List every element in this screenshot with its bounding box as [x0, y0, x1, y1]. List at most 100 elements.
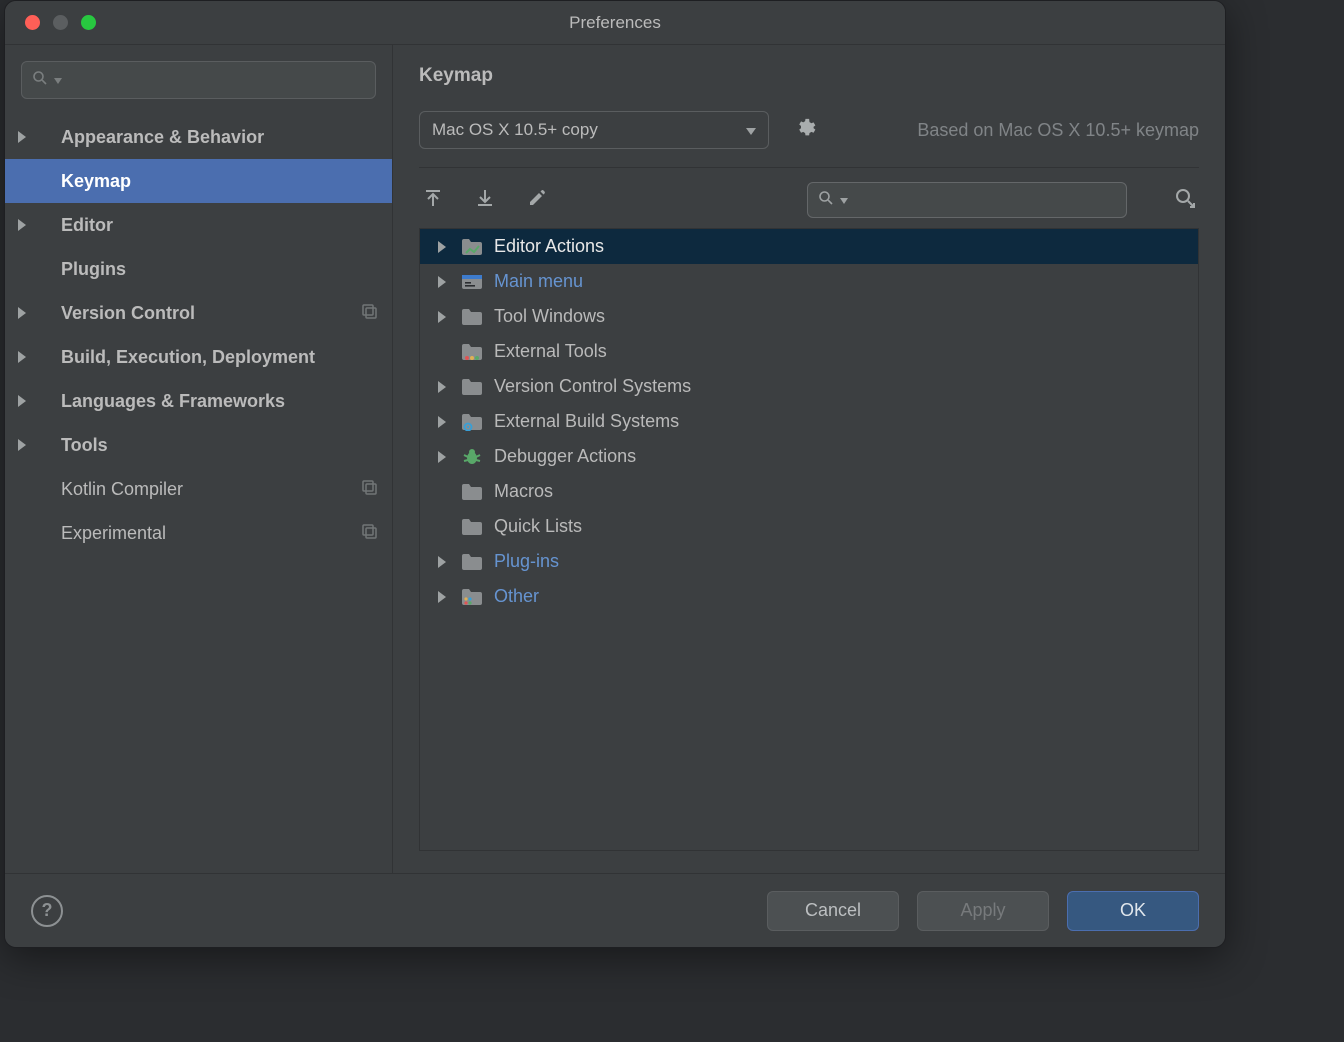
section-title: Keymap	[393, 45, 1225, 93]
folder-icon	[460, 551, 484, 573]
apply-button[interactable]: Apply	[917, 891, 1049, 931]
dropdown-value: Mac OS X 10.5+ copy	[432, 120, 598, 140]
search-icon	[32, 70, 48, 91]
footer: ? Cancel Apply OK	[5, 873, 1225, 947]
action-search-input[interactable]	[854, 191, 1116, 209]
sidebar-item-label: Build, Execution, Deployment	[61, 347, 378, 368]
tree-item-label: Macros	[494, 481, 553, 502]
reset-icon	[360, 522, 378, 545]
sidebar-item-label: Appearance & Behavior	[61, 127, 378, 148]
chevron-right-icon	[5, 351, 39, 363]
folder-icon	[460, 481, 484, 503]
folder-icon	[460, 306, 484, 328]
folder-icon	[460, 516, 484, 538]
tree-item-label: Other	[494, 586, 539, 607]
sidebar-item-label: Editor	[61, 215, 378, 236]
editor-icon	[460, 236, 484, 258]
tree-item-editor-actions[interactable]: Editor Actions	[420, 229, 1198, 264]
tree-item-other[interactable]: Other	[420, 579, 1198, 614]
sidebar-item-experimental[interactable]: Experimental	[5, 511, 392, 555]
reset-icon	[360, 302, 378, 325]
tree-item-label: Tool Windows	[494, 306, 605, 327]
sidebar: Appearance & Behavior Keymap Editor Plugins…	[5, 45, 393, 873]
keymap-scheme-actions-button[interactable]	[791, 116, 819, 144]
expand-all-button[interactable]	[419, 186, 447, 214]
tree-item-external-tools[interactable]: External Tools	[420, 334, 1198, 369]
sidebar-item-label: Kotlin Compiler	[61, 479, 360, 500]
find-by-shortcut-button[interactable]	[1171, 186, 1199, 214]
expand-all-icon	[423, 188, 443, 213]
tree-toolbar	[393, 168, 1225, 228]
chevron-down-icon	[746, 120, 756, 140]
chevron-right-icon	[434, 591, 450, 603]
sidebar-item-label: Plugins	[61, 259, 378, 280]
tree-item-label: Version Control Systems	[494, 376, 691, 397]
folder-gear-icon	[460, 411, 484, 433]
help-icon: ?	[42, 900, 53, 921]
sidebar-item-label: Version Control	[61, 303, 360, 324]
sidebar-item-editor[interactable]: Editor	[5, 203, 392, 247]
find-shortcut-icon	[1174, 187, 1196, 214]
apply-label: Apply	[960, 900, 1005, 921]
sidebar-item-languages-frameworks[interactable]: Languages & Frameworks	[5, 379, 392, 423]
cancel-button[interactable]: Cancel	[767, 891, 899, 931]
sidebar-item-keymap[interactable]: Keymap	[5, 159, 392, 203]
sidebar-item-label: Keymap	[61, 171, 378, 192]
tree-item-label: Debugger Actions	[494, 446, 636, 467]
sidebar-item-kotlin-compiler[interactable]: Kotlin Compiler	[5, 467, 392, 511]
tree-item-macros[interactable]: Macros	[420, 474, 1198, 509]
sidebar-item-build-execution-deployment[interactable]: Build, Execution, Deployment	[5, 335, 392, 379]
preferences-window: Preferences Appearance & Behavior Keymap E…	[4, 0, 1226, 948]
chevron-right-icon	[5, 307, 39, 319]
chevron-right-icon	[434, 416, 450, 428]
tree-item-tool-windows[interactable]: Tool Windows	[420, 299, 1198, 334]
chevron-right-icon	[5, 219, 39, 231]
chevron-right-icon	[5, 439, 39, 451]
tree-item-debugger-actions[interactable]: Debugger Actions	[420, 439, 1198, 474]
chevron-right-icon	[434, 451, 450, 463]
sidebar-item-label: Experimental	[61, 523, 360, 544]
ok-button[interactable]: OK	[1067, 891, 1199, 931]
pencil-icon	[528, 189, 546, 212]
chevron-right-icon	[434, 311, 450, 323]
help-button[interactable]: ?	[31, 895, 63, 927]
keymap-scheme-dropdown[interactable]: Mac OS X 10.5+ copy	[419, 111, 769, 149]
tree-item-label: External Build Systems	[494, 411, 679, 432]
ext-tools-icon	[460, 341, 484, 363]
window-title: Preferences	[5, 13, 1225, 33]
chevron-right-icon	[5, 131, 39, 143]
sidebar-search-input[interactable]	[68, 71, 365, 89]
keymap-top-bar: Mac OS X 10.5+ copy Based on Mac OS X 10…	[393, 93, 1225, 163]
tree-item-label: External Tools	[494, 341, 607, 362]
sidebar-search[interactable]	[21, 61, 376, 99]
tree-item-plug-ins[interactable]: Plug-ins	[420, 544, 1198, 579]
chevron-right-icon	[434, 241, 450, 253]
edit-shortcut-button[interactable]	[523, 186, 551, 214]
chevron-right-icon	[5, 395, 39, 407]
titlebar: Preferences	[5, 1, 1225, 45]
main-panel: Keymap Mac OS X 10.5+ copy Based on Mac …	[393, 45, 1225, 873]
sidebar-item-appearance-behavior[interactable]: Appearance & Behavior	[5, 115, 392, 159]
tree-item-main-menu[interactable]: Main menu	[420, 264, 1198, 299]
tree-item-version-control-systems[interactable]: Version Control Systems	[420, 369, 1198, 404]
tree-item-external-build-systems[interactable]: External Build Systems	[420, 404, 1198, 439]
sidebar-item-label: Tools	[61, 435, 378, 456]
tree-item-label: Main menu	[494, 271, 583, 292]
sidebar-item-label: Languages & Frameworks	[61, 391, 378, 412]
chevron-down-icon	[54, 71, 62, 89]
tree-item-label: Plug-ins	[494, 551, 559, 572]
chevron-right-icon	[434, 556, 450, 568]
gear-icon	[794, 117, 816, 144]
tree-item-quick-lists[interactable]: Quick Lists	[420, 509, 1198, 544]
collapse-all-icon	[475, 188, 495, 213]
sidebar-item-version-control[interactable]: Version Control	[5, 291, 392, 335]
action-search[interactable]	[807, 182, 1127, 218]
reset-icon	[360, 478, 378, 501]
chevron-right-icon	[434, 381, 450, 393]
sidebar-nav: Appearance & Behavior Keymap Editor Plugins…	[5, 109, 392, 561]
sidebar-item-plugins[interactable]: Plugins	[5, 247, 392, 291]
sidebar-item-tools[interactable]: Tools	[5, 423, 392, 467]
collapse-all-button[interactable]	[471, 186, 499, 214]
keymap-tree[interactable]: Editor Actions Main menu Tool Windows Exter…	[419, 228, 1199, 851]
other-icon	[460, 586, 484, 608]
